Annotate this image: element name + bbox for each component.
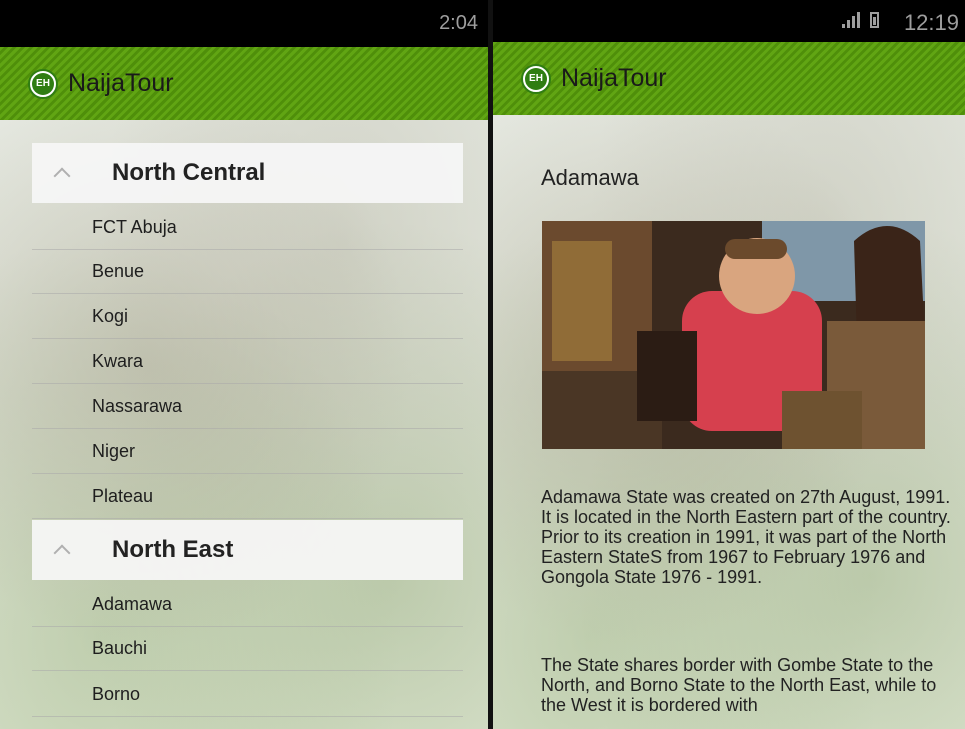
action-bar: EH NaijaTour	[493, 42, 965, 115]
list-item-niger[interactable]: Niger	[32, 430, 463, 474]
state-photo	[542, 221, 925, 449]
detail-title: Adamawa	[541, 165, 639, 190]
app-title: NaijaTour	[561, 64, 667, 92]
right-screen: 12:19 EH NaijaTour Adamawa Adamawa State…	[493, 0, 965, 729]
app-logo-text: EH	[525, 67, 547, 90]
app-logo-text: EH	[32, 72, 54, 95]
group-header-north-central[interactable]: North Central	[32, 143, 463, 203]
app-title: NaijaTour	[68, 69, 174, 97]
app-logo-icon[interactable]: EH	[521, 63, 551, 94]
status-time: 2:04	[439, 12, 478, 34]
list-item-kwara[interactable]: Kwara	[32, 340, 463, 384]
status-icons	[842, 12, 879, 28]
action-bar: EH NaijaTour	[0, 47, 488, 120]
description-paragraph-1: Adamawa State was created on 27th August…	[541, 487, 951, 587]
list-item-benue[interactable]: Benue	[32, 250, 463, 294]
list-item-fct-abuja[interactable]: FCT Abuja	[32, 206, 463, 250]
list-item-bauchi[interactable]: Bauchi	[32, 627, 463, 671]
list-item-adamawa[interactable]: Adamawa	[32, 583, 463, 627]
group-header-north-east[interactable]: North East	[32, 520, 463, 580]
status-bar: 12:19	[493, 0, 965, 42]
status-bar: 2:04	[0, 0, 488, 47]
left-screen: 2:04 EH NaijaTour North Central FCT Abuj…	[0, 0, 488, 729]
photo-illustration	[542, 221, 925, 449]
list-item-borno[interactable]: Borno	[32, 673, 463, 717]
group-label: North Central	[112, 159, 266, 186]
app-logo-icon[interactable]: EH	[28, 68, 58, 99]
description-paragraph-2: The State shares border with Gombe State…	[541, 655, 937, 715]
list-item-kogi[interactable]: Kogi	[32, 295, 463, 339]
battery-icon	[870, 12, 879, 28]
group-label: North East	[112, 536, 234, 563]
signal-icon	[842, 12, 860, 28]
list-item-nassarawa[interactable]: Nassarawa	[32, 385, 463, 429]
status-time: 12:19	[903, 10, 959, 35]
state-list: North Central FCT Abuja Benue Kogi Kwara…	[0, 120, 488, 729]
chevron-up-icon	[53, 167, 71, 185]
list-item-plateau[interactable]: Plateau	[32, 475, 463, 519]
state-detail: Adamawa Adamawa State was created on 27t…	[493, 115, 965, 729]
chevron-up-icon	[53, 544, 71, 562]
